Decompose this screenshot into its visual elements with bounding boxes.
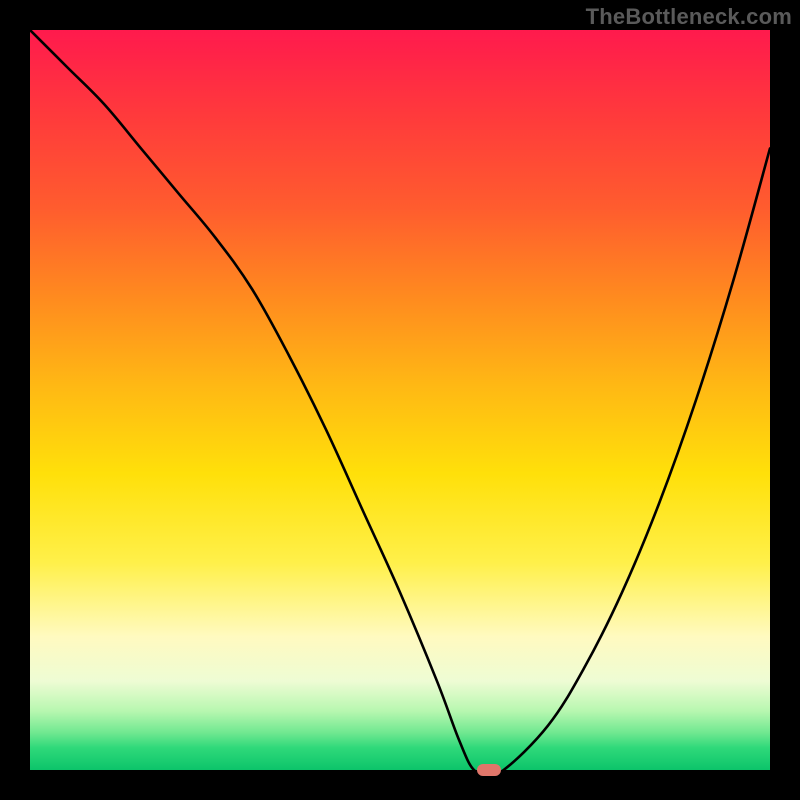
plot-area xyxy=(30,30,770,770)
optimal-marker xyxy=(477,764,501,776)
chart-frame: TheBottleneck.com xyxy=(0,0,800,800)
bottleneck-curve xyxy=(30,30,770,770)
watermark-text: TheBottleneck.com xyxy=(586,4,792,30)
